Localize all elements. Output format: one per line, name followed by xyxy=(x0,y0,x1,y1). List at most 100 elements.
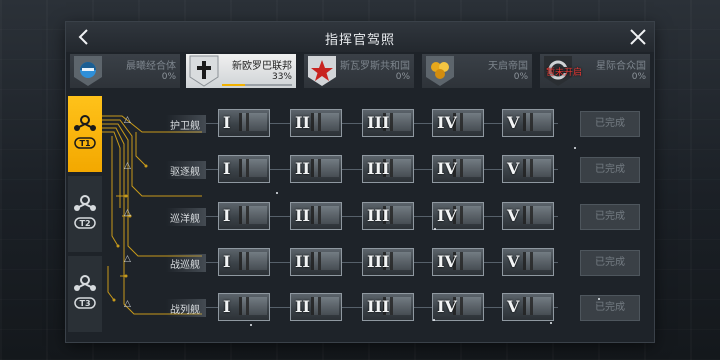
level-numeral: I xyxy=(223,159,231,178)
chevron-up-icon: △ xyxy=(124,299,131,309)
close-icon[interactable] xyxy=(626,25,650,49)
license-level-card[interactable]: II xyxy=(290,109,342,137)
level-numeral: V xyxy=(507,252,520,271)
level-numeral: I xyxy=(223,113,231,132)
ship-module-image xyxy=(239,297,267,315)
sparkle xyxy=(574,147,576,149)
level-numeral: II xyxy=(295,206,310,225)
ship-class-name: 巡洋舰 xyxy=(170,214,200,225)
chevron-up-icon: △ xyxy=(124,254,131,264)
chevron-up-icon: △ xyxy=(124,161,131,171)
dawn-icon xyxy=(74,56,102,86)
license-level-card[interactable]: V xyxy=(502,293,554,321)
page-title: 指挥官驾照 xyxy=(324,33,395,48)
completed-button[interactable]: 已完成 xyxy=(580,250,640,276)
ship-row: △ 战巡舰 I II III IV V 已完成 xyxy=(66,245,654,281)
license-level-card[interactable]: III xyxy=(362,109,414,137)
level-numeral: IV xyxy=(437,252,457,271)
level-numeral: II xyxy=(295,159,310,178)
license-level-card[interactable]: II xyxy=(290,293,342,321)
level-numeral: I xyxy=(223,297,231,316)
level-numeral: IV xyxy=(437,113,457,132)
faction-tab-dawn[interactable]: 晨曦经合体 0% xyxy=(70,54,180,88)
faction-name: 新欧罗巴联邦 xyxy=(232,61,292,72)
level-numeral: II xyxy=(295,252,310,271)
level-numeral: III xyxy=(367,297,390,316)
ship-module-image xyxy=(453,113,481,131)
faction-tab-apocalypse[interactable]: 天启帝国 0% xyxy=(422,54,532,88)
ship-row: △ 护卫舰 I II III IV V 已完成 xyxy=(66,106,654,142)
completed-button[interactable]: 已完成 xyxy=(580,204,640,230)
faction-tabs: 晨曦经合体 0% 新欧罗巴联邦 33% 斯瓦罗斯共和国 0% 天启帝国 0% 暂… xyxy=(66,54,654,88)
ship-row: △ 驱逐舰 I II III IV V 已完成 xyxy=(66,152,654,188)
completed-button[interactable]: 已完成 xyxy=(580,295,640,321)
level-numeral: IV xyxy=(437,159,457,178)
license-level-card[interactable]: I xyxy=(218,155,270,183)
ship-module-image xyxy=(523,113,551,131)
license-level-card[interactable]: III xyxy=(362,248,414,276)
license-level-card[interactable]: I xyxy=(218,202,270,230)
ship-class-label: △ 护卫舰 xyxy=(124,115,206,133)
license-level-card[interactable]: V xyxy=(502,202,554,230)
license-level-card[interactable]: V xyxy=(502,155,554,183)
license-level-card[interactable]: V xyxy=(502,248,554,276)
ship-module-image xyxy=(523,206,551,224)
completed-button[interactable]: 已完成 xyxy=(580,111,640,137)
orbs-icon xyxy=(426,56,454,86)
level-numeral: V xyxy=(507,113,520,132)
level-numeral: III xyxy=(367,206,390,225)
level-numeral: IV xyxy=(437,206,457,225)
license-level-card[interactable]: IV xyxy=(432,202,484,230)
sparkle xyxy=(276,192,278,194)
completed-button[interactable]: 已完成 xyxy=(580,157,640,183)
ship-module-image xyxy=(311,206,339,224)
title-bar: 指挥官驾照 xyxy=(66,22,654,52)
license-level-card[interactable]: III xyxy=(362,293,414,321)
faction-tab-neo-europa[interactable]: 新欧罗巴联邦 33% xyxy=(186,54,296,88)
ship-class-name: 驱逐舰 xyxy=(170,167,200,178)
faction-percent: 0% xyxy=(631,72,646,82)
ship-module-image xyxy=(523,159,551,177)
ship-module-image xyxy=(311,297,339,315)
ship-module-image xyxy=(311,113,339,131)
ship-row: △ 巡洋舰 I II III IV V 已完成 xyxy=(66,199,654,235)
ship-module-image xyxy=(239,113,267,131)
ship-module-image xyxy=(239,159,267,177)
ship-module-image xyxy=(523,252,551,270)
faction-progress-bar xyxy=(222,84,292,86)
ship-module-image xyxy=(523,297,551,315)
faction-tab-interstellar[interactable]: 暂未开启 星际合众国 0% xyxy=(540,54,650,88)
ship-class-name: 护卫舰 xyxy=(170,121,200,132)
license-level-card[interactable]: II xyxy=(290,248,342,276)
faction-percent: 0% xyxy=(395,72,410,82)
license-level-card[interactable]: IV xyxy=(432,155,484,183)
ship-module-image xyxy=(239,252,267,270)
license-level-card[interactable]: IV xyxy=(432,293,484,321)
license-level-card[interactable]: I xyxy=(218,109,270,137)
ship-class-label: △ 巡洋舰 xyxy=(124,208,206,226)
red-star-icon xyxy=(308,56,336,86)
level-numeral: I xyxy=(223,252,231,271)
license-level-card[interactable]: IV xyxy=(432,109,484,137)
license-level-card[interactable]: II xyxy=(290,155,342,183)
chevron-up-icon: △ xyxy=(124,115,131,125)
sparkle xyxy=(434,228,436,230)
license-level-card[interactable]: III xyxy=(362,155,414,183)
license-level-card[interactable]: I xyxy=(218,248,270,276)
sparkle xyxy=(598,298,600,300)
license-level-card[interactable]: IV xyxy=(432,248,484,276)
license-level-card[interactable]: V xyxy=(502,109,554,137)
license-level-card[interactable]: III xyxy=(362,202,414,230)
level-numeral: IV xyxy=(437,297,457,316)
level-numeral: II xyxy=(295,113,310,132)
ship-module-image xyxy=(311,252,339,270)
ship-module-image xyxy=(453,206,481,224)
level-numeral: III xyxy=(367,159,390,178)
locked-label: 暂未开启 xyxy=(546,68,583,78)
faction-name: 晨曦经合体 xyxy=(126,61,176,72)
license-level-card[interactable]: I xyxy=(218,293,270,321)
level-numeral: V xyxy=(507,206,520,225)
license-level-card[interactable]: II xyxy=(290,202,342,230)
ship-module-image xyxy=(453,252,481,270)
faction-tab-swaros[interactable]: 斯瓦罗斯共和国 0% xyxy=(304,54,414,88)
